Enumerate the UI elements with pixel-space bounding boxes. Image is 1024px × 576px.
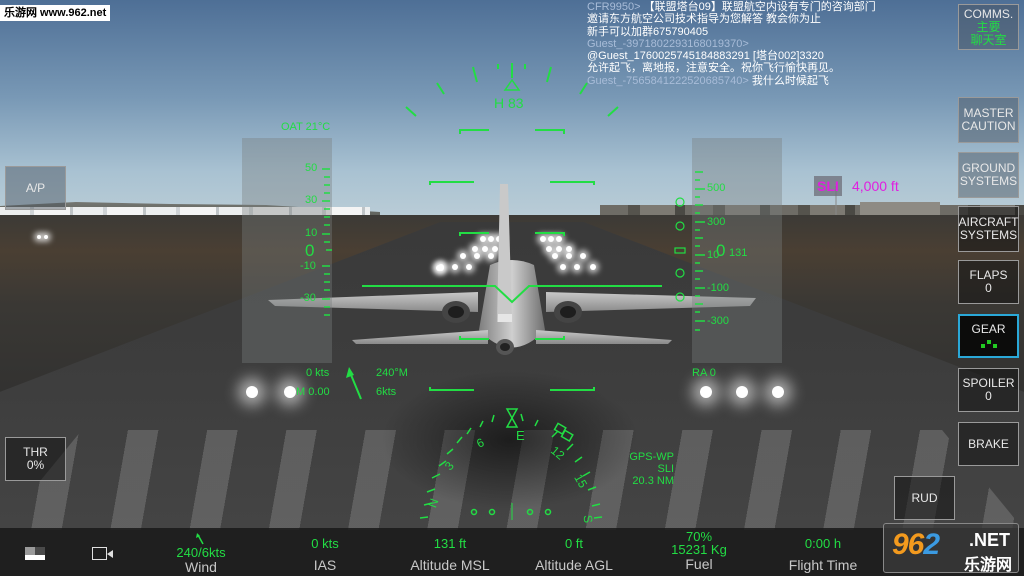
logo-net: .NET [969,530,1011,550]
gear-down-indicator-icon [980,340,997,348]
site-watermark: 乐游网 www.962.net [0,5,111,21]
comms-button[interactable]: COMMS. 主要 聊天室 [958,4,1019,50]
autopilot-button[interactable]: A/P [5,166,66,210]
speed-tick: 10 [305,227,318,239]
button-label: MASTER CAUTION [961,106,1016,133]
stat-label: IAS [313,557,337,573]
stat-ias: 0 kts IAS [260,528,390,573]
gps-waypoint: SLI [657,463,674,475]
chat-line: 新手可以加群675790405 [587,26,937,38]
speed-current: 0 [305,241,315,260]
speed-tick: -10 [300,260,316,272]
waypoint-altitude: 4,000 ft [852,178,899,194]
stat-label: Wind [185,559,217,575]
gear-button[interactable]: GEAR [958,314,1019,358]
throttle-button[interactable]: THR 0% [5,437,66,481]
button-label: COMMS. [963,6,1014,21]
chat-message: 我什么时候起飞 [751,74,829,87]
stat-label: Altitude MSL [410,557,490,573]
stat-altitude-msl: 131 ft Altitude MSL [385,528,515,573]
chat-line: 邀请东方航空公司技术指导为您解答 教会你为止 [587,13,937,25]
button-label: GEAR [971,322,1006,336]
chat-message: 邀请东方航空公司技术指导为您解答 教会你为止 [587,13,822,26]
flaps-value: 0 [985,281,992,295]
speed-tick: 50 [305,162,318,174]
stat-wind: 240/6kts Wind [136,528,266,575]
aircraft-systems-button[interactable]: AIRCRAFT SYSTEMS [958,206,1019,252]
stat-value: 240/6kts [176,545,226,560]
button-label: AIRCRAFT SYSTEMS [958,215,1019,242]
flaps-button[interactable]: FLAPS 0 [958,260,1019,304]
altitude-tick: -300 [707,315,730,327]
chat-message: 【联盟塔台09】联盟航空内设有专门的咨询部门 [643,1,876,13]
site-logo: 962 .NET 乐游网 [883,523,1019,574]
mach-readout: M 0.00 [296,386,330,398]
chat-username: CFR9950> [587,1,641,13]
stat-altitude-agl: 0 ft Altitude AGL [509,528,639,573]
gps-mode: GPS-WP [629,451,674,463]
heading-readout: H 83 [494,95,524,111]
spoiler-value: 0 [985,389,992,403]
wind-speed: 6kts [376,386,397,398]
stat-value: 131 ft [433,536,467,551]
altitude-tick: -100 [707,282,730,294]
logo-chinese: 乐游网 [964,557,1013,574]
gps-distance: 20.3 NM [632,475,674,487]
altitude-current: 131 [729,247,748,259]
logo-number: 962 [892,528,940,561]
fuel-mass: 15231 Kg [671,542,727,557]
chat-line: Guest_-3971802293168019370> [587,38,937,50]
chat-message: @Guest_1760025745184883291 [塔台002]3320 [587,50,824,63]
altitude-tick: 500 [707,182,726,194]
speed-tick: 30 [305,194,318,206]
stat-flight-time: 0:00 h Flight Time [758,528,888,573]
wind-direction: 240°M [376,367,408,379]
button-label: BRAKE [968,436,1009,451]
hud-toggle-icon[interactable] [25,547,45,560]
ground-systems-button[interactable]: GROUND SYSTEMS [958,152,1019,198]
throttle-value: 0% [26,458,45,472]
chat-panel: CFR9950> 【联盟塔台09】联盟航空内设有专门的咨询部门 邀请东方航空公司… [587,1,937,87]
compass-label: S [580,514,596,524]
chat-line: Guest_-7565841222520685740> 我什么时候起飞 [587,75,937,87]
stat-fuel: 70% 15231 Kg Fuel [634,528,764,572]
stat-label: Fuel [685,556,713,572]
altitude-tick: 300 [707,216,726,228]
master-caution-button[interactable]: MASTER CAUTION [958,97,1019,143]
compass-label: E [516,428,525,443]
chat-message: 允许起飞，离地报，注意安全。祝你飞行愉快再见。 [587,62,840,75]
waypoint-marker: SLI [814,176,842,196]
button-label: A/P [25,180,46,195]
chat-room-label: 主要 聊天室 [970,19,1007,47]
oat-readout: OAT 21°C [281,121,331,133]
rudder-button[interactable]: RUD [894,476,955,520]
speed-tick: -30 [300,292,316,304]
stat-value: 0 kts [311,536,339,551]
button-label: GROUND SYSTEMS [959,161,1018,188]
chat-username: Guest_-7565841222520685740> [587,74,749,87]
chat-line: @Guest_1760025745184883291 [塔台002]3320 [587,50,937,62]
brake-button[interactable]: BRAKE [958,422,1019,466]
chat-username: Guest_-3971802293168019370> [587,37,749,50]
ground-speed: 0 kts [306,367,330,379]
vertical-speed-current: 0 [716,241,726,260]
stat-value: 0:00 h [804,536,842,551]
stat-value: 0 ft [564,536,584,551]
chat-message: 新手可以加群675790405 [587,25,709,38]
chat-line: CFR9950> 【联盟塔台09】联盟航空内设有专门的咨询部门 [587,1,937,13]
button-label: RUD [911,490,938,505]
gps-readout: GPS-WP SLI 20.3 NM [620,451,674,487]
camera-icon[interactable] [92,547,114,560]
stat-label: Flight Time [788,557,858,573]
radio-altitude: RA 0 [692,367,716,379]
stat-label: Altitude AGL [535,557,613,573]
spoiler-button[interactable]: SPOILER 0 [958,368,1019,412]
chat-line: 允许起飞，离地报，注意安全。祝你飞行愉快再见。 [587,62,937,74]
